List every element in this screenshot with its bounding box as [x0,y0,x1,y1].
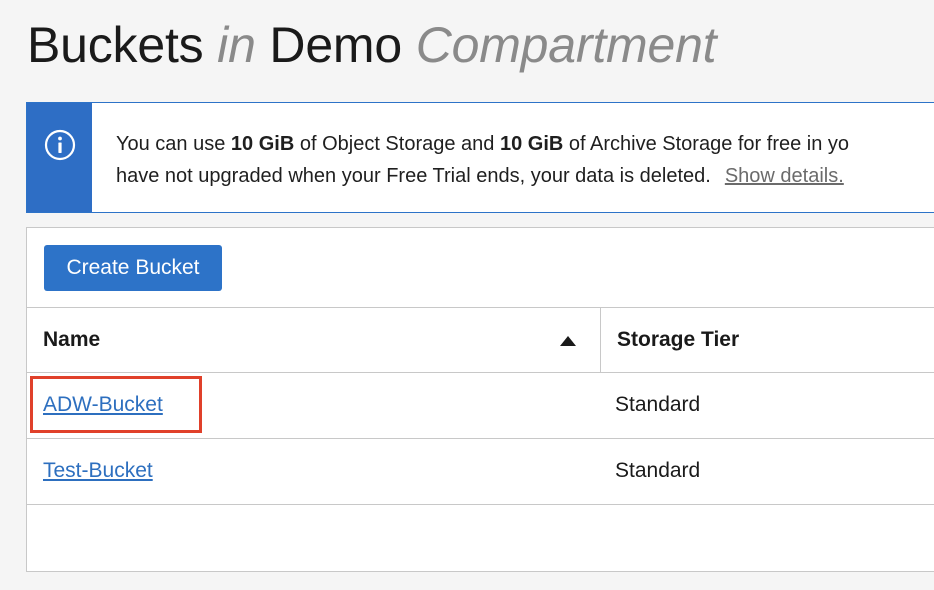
free-tier-info-banner: You can use 10 GiB of Object Storage and… [26,102,934,213]
table-header-row: Name Storage Tier [27,307,934,373]
show-details-link[interactable]: Show details. [725,165,844,187]
compartment-label: Compartment [415,17,717,73]
create-bucket-button[interactable]: Create Bucket [44,245,222,291]
info-banner-message: You can use 10 GiB of Object Storage and… [116,128,934,192]
info-text-prefix: You can use [116,133,231,155]
page-title-main: Buckets [27,17,204,73]
bucket-link-adw-bucket[interactable]: ADW-Bucket [43,373,163,437]
storage-tier-cell: Standard [615,393,701,416]
info-banner-stripe [27,103,92,212]
buckets-table: Name Storage Tier ADW-Bucket Standard Te… [27,307,934,505]
info-text-mid: of Object Storage and [294,133,500,155]
storage-tier-cell: Standard [615,459,701,482]
table-row: ADW-Bucket Standard [27,373,934,439]
sort-ascending-icon[interactable] [560,336,576,346]
column-header-name[interactable]: Name [43,308,100,372]
buckets-panel: Create Bucket Name Storage Tier ADW-Buck… [26,227,934,572]
column-divider [600,308,601,372]
bucket-link-test-bucket[interactable]: Test-Bucket [43,439,153,503]
compartment-name: Demo [269,17,402,73]
page-title-in: in [217,17,256,73]
page-title: Buckets in Demo Compartment [27,14,717,76]
table-row: Test-Bucket Standard [27,439,934,505]
archive-storage-amount: 10 GiB [499,133,564,155]
info-banner-line-2: have not upgraded when your Free Trial e… [116,160,934,192]
info-icon [44,129,76,161]
info-text-line-2: have not upgraded when your Free Trial e… [116,165,711,187]
info-banner-line-1: You can use 10 GiB of Object Storage and… [116,128,934,160]
object-storage-amount: 10 GiB [230,133,295,155]
column-header-storage-tier[interactable]: Storage Tier [617,308,739,372]
info-text-suffix: of Archive Storage for free in yo [563,133,850,155]
